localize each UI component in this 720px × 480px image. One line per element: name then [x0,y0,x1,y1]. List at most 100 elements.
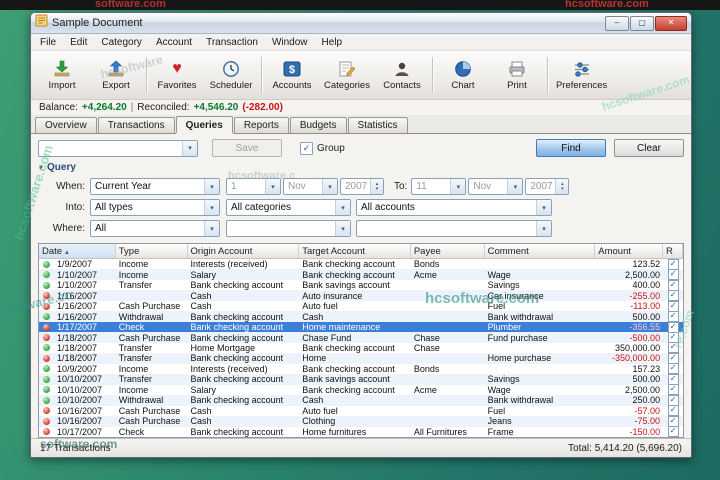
cell-type: Transfer [118,374,152,385]
where-field-combo[interactable]: All ▾ [90,220,220,237]
clear-button[interactable]: Clear [614,139,684,157]
reconciled-checkbox[interactable]: ✓ [667,415,679,427]
table-row[interactable]: 10/10/2007 Withdrawal Bank checking accoun… [39,394,683,406]
table-row[interactable]: 10/10/2007 Transfer Bank checking account B… [39,373,683,385]
maximize-button[interactable]: ▢ [630,15,654,31]
cell-reconciled: ✓ [663,373,683,385]
toolbar-print-button[interactable]: Print [490,52,544,98]
column-header-comment[interactable]: Comment [485,244,596,258]
reconciled-checkbox[interactable]: ✓ [667,300,679,312]
tab-queries[interactable]: Queries [175,116,233,133]
group-checkbox[interactable]: ✓ Group [300,141,345,155]
cell-amount: -57.00 [634,405,661,416]
tab-transactions[interactable]: Transactions [97,117,175,133]
to-year-spinner[interactable]: 2007 ▴ ▾ [525,178,570,195]
sort-arrow-icon: ▴ [65,248,69,256]
table-row[interactable]: 10/16/2007 Cash Purchase Cash Auto fuel Fuel… [39,405,683,417]
table-row[interactable]: 1/9/2007 Income Interests (received) Bank c… [39,258,683,270]
where-op-combo[interactable]: ▾ [226,220,351,237]
toolbar-contacts-button[interactable]: Contacts [375,52,429,98]
reconciled-checkbox[interactable]: ✓ [667,373,679,385]
column-header-target-account[interactable]: Target Account [299,244,411,258]
title-bar[interactable]: Sample Document – ▢ ✕ [31,13,691,34]
table-row[interactable]: 1/10/2007 Income Salary Bank checking accou… [39,269,683,281]
reconciled-checkbox[interactable]: ✓ [667,405,679,417]
from-year-spinner[interactable]: 2007 ▴ ▾ [340,178,384,195]
reconciled-checkbox[interactable]: ✓ [667,332,679,344]
reconciled-checkbox[interactable]: ✓ [667,384,679,396]
table-row[interactable]: 10/16/2007 Cash Purchase Cash Clothing Jeans… [39,415,683,427]
cell-type: Cash Purchase [118,332,181,343]
table-row[interactable]: 1/18/2007 Transfer Home Mortgage Bank check… [39,342,683,354]
column-header-r[interactable]: R [663,244,683,258]
save-button[interactable]: Save [212,139,282,157]
minimize-button[interactable]: – [605,15,629,31]
cell-origin-account: Bank checking account [190,311,284,322]
table-row[interactable]: 1/17/2007 Check Bank checking account Home … [39,321,683,333]
table-row[interactable]: 1/18/2007 Cash Purchase Bank checking acco… [39,332,683,344]
reconciled-checkbox[interactable]: ✓ [667,394,679,406]
type-filter-combo[interactable]: All types ▾ [90,199,220,216]
reconciled-checkbox[interactable]: ✓ [667,363,679,375]
reconciled-checkbox[interactable]: ✓ [667,311,679,323]
tab-statistics[interactable]: Statistics [347,117,408,133]
query-expander[interactable]: ▾ Query [39,161,691,174]
tab-overview[interactable]: Overview [35,117,97,133]
table-row[interactable]: 1/16/2007 Withdrawal Bank checking account… [39,311,683,323]
where-value-combo[interactable]: ▾ [356,220,552,237]
column-header-origin-account[interactable]: Origin Account [188,244,300,258]
from-day-combo[interactable]: 1 ▾ [226,178,281,195]
table-row[interactable]: 1/10/2007 Transfer Bank checking account Ba… [39,279,683,291]
cell-date: 1/18/2007 [56,342,97,353]
reconciled-checkbox[interactable]: ✓ [667,321,679,333]
reconciled-checkbox[interactable]: ✓ [667,426,679,437]
reconciled-checkbox[interactable]: ✓ [667,258,679,270]
find-button[interactable]: Find [536,139,606,157]
table-row[interactable]: 1/16/2007 Cash Auto insurance Car insurance… [39,290,683,302]
toolbar-preferences-button[interactable]: Preferences [551,52,612,98]
when-preset-combo[interactable]: Current Year ▾ [90,178,220,195]
from-month-combo[interactable]: Nov ▾ [283,178,338,195]
to-month-combo[interactable]: Nov ▾ [468,178,524,195]
reconciled-checkbox[interactable]: ✓ [667,269,679,281]
tab-reports[interactable]: Reports [233,117,289,133]
table-row[interactable]: 1/18/2007 Transfer Bank checking account Ho… [39,352,683,364]
cell-payee: Bonds [413,363,440,374]
toolbar-accounts-button[interactable]: $ Accounts [265,52,319,98]
menu-edit[interactable]: Edit [63,36,94,49]
table-row[interactable]: 10/10/2007 Income Salary Bank checking acco… [39,384,683,396]
cell-amount: 2,500.00 [625,384,661,395]
table-row[interactable]: 10/9/2007 Income Interests (received) Bank … [39,363,683,375]
toolbar-scheduler-button[interactable]: Scheduler [204,52,258,98]
reconciled-checkbox[interactable]: ✓ [667,352,679,364]
column-header-amount[interactable]: Amount [595,244,664,258]
column-header-date[interactable]: Date ▴ [39,244,116,258]
toolbar-import-button[interactable]: Import [35,52,89,98]
table-row[interactable]: 10/17/2007 Check Bank checking account Home… [39,426,683,437]
menu-transaction[interactable]: Transaction [199,36,265,49]
to-day-combo[interactable]: 11 ▾ [411,178,467,195]
menu-account[interactable]: Account [149,36,199,49]
column-header-type[interactable]: Type [116,244,188,258]
account-filter-combo[interactable]: All accounts ▾ [356,199,552,216]
reconciled-checkbox[interactable]: ✓ [667,290,679,302]
table-row[interactable]: 1/16/2007 Cash Purchase Cash Auto fuel Fuel -… [39,300,683,312]
category-filter-combo[interactable]: All categories ▾ [226,199,351,216]
close-button[interactable]: ✕ [655,15,687,31]
tab-budgets[interactable]: Budgets [289,117,347,133]
menu-window[interactable]: Window [265,36,315,49]
toolbar-chart-button[interactable]: Chart [436,52,490,98]
menu-file[interactable]: File [33,36,63,49]
toolbar-categories-button[interactable]: Categories [319,52,375,98]
menu-help[interactable]: Help [315,36,350,49]
reconciled-checkbox[interactable]: ✓ [667,342,679,354]
toolbar-favorites-button[interactable]: ♥ Favorites [150,52,204,98]
saved-query-combo[interactable]: ▾ [38,139,198,157]
toolbar-export-button[interactable]: Export [89,52,143,98]
menu-category[interactable]: Category [94,36,149,49]
chevron-down-icon: ▾ [536,221,551,236]
cell-comment: Fuel [487,405,506,416]
column-header-payee[interactable]: Payee [411,244,485,258]
sliders-icon [572,59,592,79]
reconciled-checkbox[interactable]: ✓ [667,279,679,291]
